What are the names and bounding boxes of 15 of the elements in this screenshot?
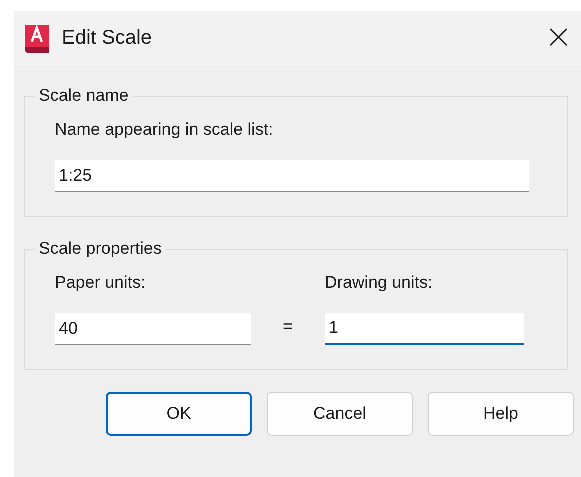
- group-legend: Scale properties: [35, 239, 166, 259]
- dialog-button[interactable]: Help: [428, 392, 574, 436]
- units-field[interactable]: 1: [325, 313, 524, 345]
- group-legend: Scale name: [35, 86, 133, 106]
- app-logo-icon: [22, 22, 52, 54]
- close-button[interactable]: ×: [536, 20, 581, 58]
- scale-name-field[interactable]: 1:25: [55, 160, 529, 192]
- units-field[interactable]: 40: [55, 313, 251, 345]
- field-label: Drawing units:: [325, 273, 434, 293]
- dialog-button[interactable]: OK: [106, 392, 252, 436]
- field-label: Name appearing in scale list:: [55, 120, 274, 140]
- field-label: Paper units:: [55, 273, 147, 293]
- dialog-button[interactable]: Cancel: [267, 392, 413, 436]
- window-title: Edit Scale: [62, 27, 154, 50]
- equals-sign: =: [282, 317, 294, 338]
